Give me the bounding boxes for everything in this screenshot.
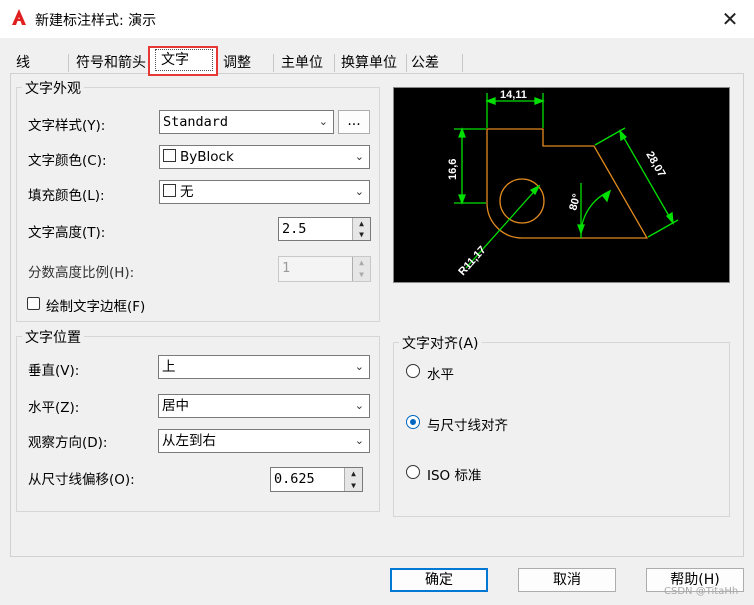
preview-hole: [499, 178, 545, 224]
preview-dim-diagonal: 28,07: [643, 150, 667, 180]
color-swatch-icon: [163, 149, 176, 162]
close-icon[interactable]: ✕: [715, 6, 745, 32]
tab-divider: [273, 54, 274, 72]
horizontal-select[interactable]: 居中 ⌄: [158, 394, 370, 418]
text-style-browse-button[interactable]: ...: [338, 110, 370, 134]
fraction-scale-label: 分数高度比例(H):: [28, 265, 135, 281]
align-with-dimline-label[interactable]: 与尺寸线对齐: [427, 414, 508, 434]
text-color-value: ByBlock: [180, 149, 234, 165]
vertical-value: 上: [162, 359, 176, 375]
align-with-dimline-radio[interactable]: [406, 415, 420, 429]
chevron-down-icon: ⌄: [354, 399, 364, 412]
autocad-icon: [12, 9, 26, 25]
spin-down-icon[interactable]: ▼: [352, 229, 370, 240]
fill-color-select[interactable]: 无 ⌄: [159, 180, 370, 204]
ok-button[interactable]: 确定: [390, 568, 488, 592]
align-iso-label[interactable]: ISO 标准: [427, 464, 481, 484]
offset-label: 从尺寸线偏移(O):: [28, 472, 135, 488]
text-color-label: 文字颜色(C):: [28, 153, 107, 169]
text-height-value: 2.5: [282, 221, 307, 237]
tab-primary-units[interactable]: 主单位: [281, 52, 323, 74]
tab-text[interactable]: 文字: [155, 49, 213, 71]
text-color-select[interactable]: ByBlock ⌄: [159, 145, 370, 169]
fraction-scale-value: 1: [282, 260, 291, 276]
spin-up-icon: ▲: [352, 257, 370, 269]
chevron-down-icon: ⌄: [318, 115, 328, 128]
text-style-label: 文字样式(Y):: [28, 118, 106, 134]
preview-dim-top: 14,11: [500, 89, 527, 101]
vertical-label: 垂直(V):: [28, 363, 80, 379]
vertical-select[interactable]: 上 ⌄: [158, 355, 370, 379]
fill-color-label: 填充颜色(L):: [28, 188, 105, 204]
horizontal-value: 居中: [162, 398, 189, 414]
color-swatch-icon: [163, 184, 176, 197]
text-style-value: Standard: [163, 114, 229, 130]
dimension-preview: 14,11 16,6 28,07 80° R11,17: [447, 89, 679, 278]
window-title: 新建标注样式: 演示: [35, 13, 157, 29]
horizontal-label: 水平(Z):: [28, 400, 80, 416]
align-horizontal-radio[interactable]: [406, 364, 420, 378]
chevron-down-icon: ⌄: [354, 150, 364, 163]
chevron-down-icon: ⌄: [354, 360, 364, 373]
tab-lines[interactable]: 线: [16, 52, 30, 74]
align-horizontal-label[interactable]: 水平: [427, 363, 454, 383]
text-alignment-title: 文字对齐(A): [399, 333, 482, 353]
tab-divider: [334, 54, 335, 72]
text-style-select[interactable]: Standard ⌄: [159, 110, 334, 134]
spin-up-icon[interactable]: ▲: [344, 468, 362, 480]
preview-part-outline: [486, 128, 649, 239]
view-direction-label: 观察方向(D):: [28, 435, 108, 451]
chevron-down-icon: ⌄: [354, 434, 364, 447]
fraction-scale-spinner: 1 ▲ ▼: [278, 256, 371, 282]
preview-dim-left: 16,6: [447, 159, 459, 180]
text-placement-title: 文字位置: [22, 327, 84, 347]
spin-up-icon[interactable]: ▲: [352, 218, 370, 229]
preview-panel: 14,11 16,6 28,07 80° R11,17: [393, 87, 730, 283]
draw-frame-label[interactable]: 绘制文字边框(F): [46, 295, 145, 315]
spin-down-icon: ▼: [352, 269, 370, 281]
text-appearance-title: 文字外观: [22, 78, 84, 98]
tab-fit[interactable]: 调整: [223, 52, 251, 74]
tab-tolerances[interactable]: 公差: [411, 52, 439, 74]
spin-down-icon[interactable]: ▼: [344, 479, 362, 491]
tab-symbols-arrows[interactable]: 符号和箭头: [76, 52, 146, 74]
chevron-down-icon: ⌄: [354, 185, 364, 198]
text-height-label: 文字高度(T):: [28, 225, 106, 241]
watermark: CSDN @TitaHh: [664, 586, 739, 597]
align-iso-radio[interactable]: [406, 465, 420, 479]
tab-divider: [68, 54, 69, 72]
offset-spinner[interactable]: 0.625 ▲ ▼: [270, 467, 363, 492]
cancel-button[interactable]: 取消: [518, 568, 616, 592]
fill-color-value: 无: [180, 184, 194, 200]
offset-value: 0.625: [274, 471, 315, 487]
tab-divider: [406, 54, 407, 72]
view-direction-select[interactable]: 从左到右 ⌄: [158, 429, 370, 453]
draw-frame-checkbox[interactable]: [27, 297, 40, 310]
preview-dim-radius: R11,17: [456, 244, 488, 278]
tab-alternate-units[interactable]: 换算单位: [341, 52, 397, 74]
view-direction-value: 从左到右: [162, 433, 216, 449]
tab-divider: [462, 54, 463, 72]
text-height-spinner[interactable]: 2.5 ▲ ▼: [278, 217, 371, 241]
